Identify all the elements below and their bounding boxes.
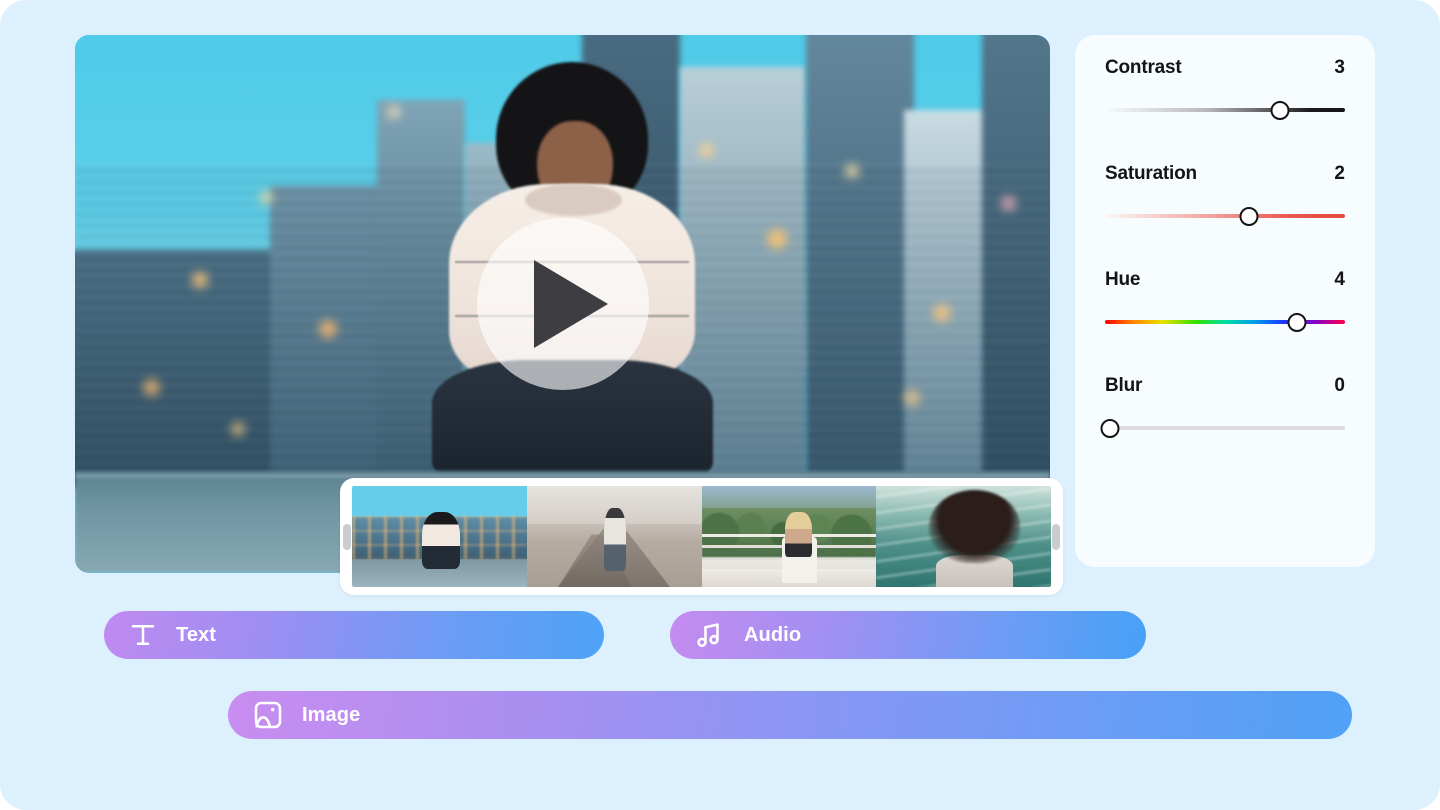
contrast-slider[interactable]	[1105, 99, 1345, 121]
control-label: Blur	[1105, 375, 1143, 396]
control-label: Saturation	[1105, 163, 1197, 184]
clip-subject	[603, 508, 627, 571]
slider-track[interactable]	[1105, 426, 1345, 430]
control-value: 4	[1334, 269, 1345, 290]
adjustments-panel: Contrast 3 Saturation 2 Hue 4 Blur 0	[1075, 35, 1375, 567]
add-text-label: Text	[176, 623, 217, 646]
control-header: Blur 0	[1105, 375, 1345, 397]
bokeh-light	[387, 104, 401, 119]
clip-thumbnail[interactable]	[701, 486, 877, 587]
hue-slider[interactable]	[1105, 311, 1345, 333]
slider-thumb[interactable]	[1239, 206, 1259, 226]
saturation-slider[interactable]	[1105, 205, 1345, 227]
control-value: 0	[1334, 375, 1345, 396]
clip-thumbnail[interactable]	[526, 486, 702, 587]
bokeh-light	[933, 304, 951, 322]
clip-thumbnail[interactable]	[876, 486, 1051, 587]
control-blur: Blur 0	[1100, 375, 1345, 439]
clip-thumbnail-list	[352, 486, 1051, 587]
subject-collar	[525, 183, 622, 216]
trim-handle-left[interactable]	[343, 523, 351, 550]
add-image-label: Image	[302, 703, 361, 726]
control-contrast: Contrast 3	[1105, 57, 1345, 121]
add-audio-button[interactable]: Audio	[670, 611, 1146, 659]
control-header: Contrast 3	[1105, 57, 1345, 79]
add-image-button[interactable]: Image	[228, 691, 1352, 739]
control-header: Saturation 2	[1105, 163, 1345, 185]
blur-slider[interactable]	[1100, 417, 1345, 439]
slider-thumb[interactable]	[1100, 418, 1120, 438]
video-editor-app: Contrast 3 Saturation 2 Hue 4 Blur 0 Tex…	[0, 0, 1440, 810]
bokeh-light	[903, 390, 920, 407]
control-saturation: Saturation 2	[1105, 163, 1345, 227]
control-value: 2	[1334, 163, 1345, 184]
control-label: Contrast	[1105, 57, 1182, 78]
add-audio-label: Audio	[744, 623, 802, 646]
trim-handle-right[interactable]	[1052, 523, 1060, 550]
slider-thumb[interactable]	[1270, 100, 1290, 120]
slider-track[interactable]	[1105, 320, 1345, 324]
add-text-button[interactable]: Text	[104, 611, 604, 659]
play-button[interactable]	[476, 218, 649, 390]
slider-track[interactable]	[1105, 108, 1345, 112]
control-header: Hue 4	[1105, 269, 1345, 291]
text-t-icon	[128, 620, 158, 650]
slider-track[interactable]	[1105, 214, 1345, 218]
control-value: 3	[1334, 57, 1345, 78]
play-triangle-icon	[533, 260, 608, 348]
slider-thumb[interactable]	[1287, 312, 1307, 332]
clip-timeline[interactable]	[340, 478, 1063, 595]
subject-hair	[928, 490, 1020, 563]
clip-thumbnail[interactable]	[352, 486, 527, 587]
bokeh-light	[192, 271, 208, 288]
music-note-icon	[694, 619, 726, 651]
control-label: Hue	[1105, 269, 1141, 290]
control-hue: Hue 4	[1105, 269, 1345, 333]
clip-subject	[421, 512, 461, 569]
bokeh-light	[318, 320, 337, 339]
bokeh-light	[767, 228, 788, 249]
picture-icon	[252, 699, 284, 731]
clip-subject	[785, 512, 812, 557]
